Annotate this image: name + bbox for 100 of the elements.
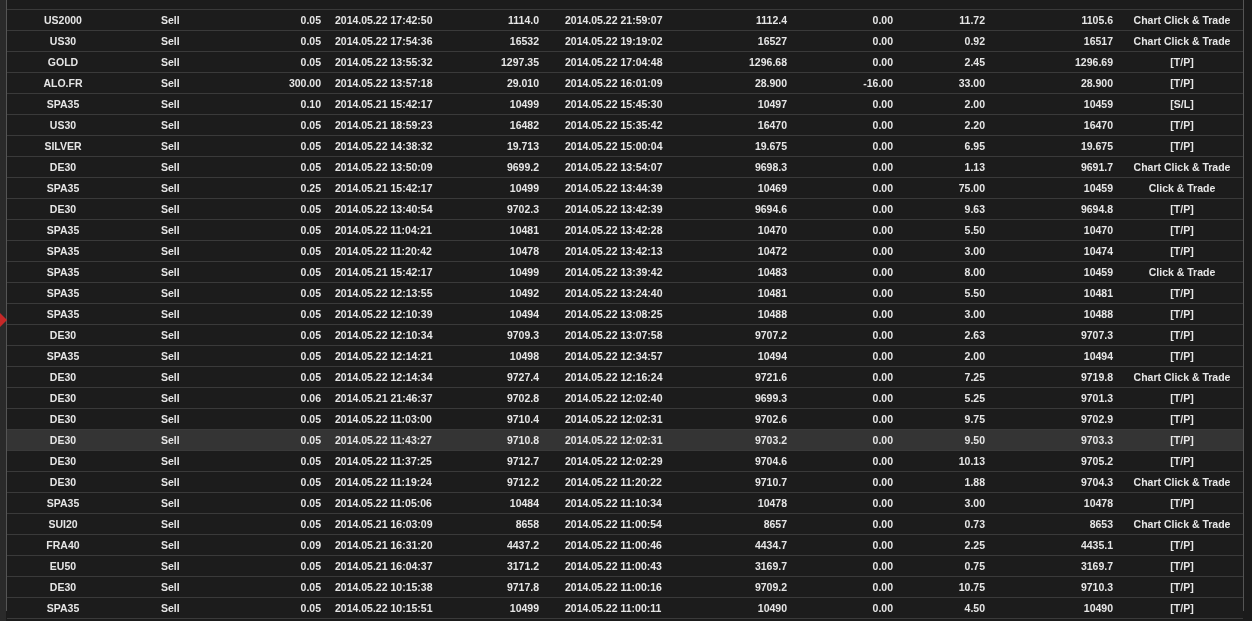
table-cell-text: 2014.05.22 11:00:11	[564, 602, 663, 614]
table-cell-text: 0.05	[299, 455, 322, 467]
table-cell-text: 33.00	[957, 77, 986, 89]
table-cell-text: 2014.05.22 11:20:22	[564, 476, 663, 488]
table-cell-text: 0.00	[871, 14, 894, 26]
table-cell-text: 5.25	[963, 392, 986, 404]
table-cell-text: 4434.7	[753, 539, 788, 551]
table-cell-text: 10494	[756, 350, 788, 362]
table-cell-text: 2014.05.22 11:20:42	[334, 245, 433, 257]
table-cell-text: 2014.05.22 19:19:02	[564, 35, 664, 47]
table-cell-text: 0.05	[299, 329, 322, 341]
table-cell-text: 9699.2	[505, 161, 540, 173]
table-cell-text: 0.05	[299, 245, 322, 257]
table-cell-text: 2014.05.21 16:03:09	[334, 518, 434, 530]
table-cell-text: 0.00	[871, 266, 894, 278]
table-cell-text: [T/P]	[1169, 287, 1195, 299]
table-cell-text: DE30	[48, 203, 78, 215]
table-cell-text: 0.05	[299, 287, 322, 299]
table-cell-text: 2014.05.22 11:43:27	[334, 434, 433, 446]
table-cell-text: 9.75	[963, 413, 986, 425]
table-cell-text: Sell	[160, 161, 181, 173]
table-cell-text: Sell	[160, 203, 181, 215]
table-cell-text: SPA35	[45, 224, 81, 236]
table-cell-text: 10481	[1082, 287, 1114, 299]
table-cell-text: 10472	[756, 245, 788, 257]
table-cell-text: Sell	[160, 497, 181, 509]
table-cell-text: SPA35	[45, 350, 81, 362]
table-cell-text: 10499	[508, 266, 540, 278]
table-cell-text: 2014.05.22 12:16:24	[564, 371, 664, 383]
table-cell-text: 10470	[756, 224, 788, 236]
table-cell-text: 0.25	[299, 182, 322, 194]
table-cell-text: 1296.68	[748, 56, 788, 68]
table-cell-text: [T/P]	[1169, 140, 1195, 152]
table-cell-text: Sell	[160, 560, 181, 572]
table-cell-text: 10497	[756, 98, 788, 110]
table-cell-text: US30	[48, 119, 78, 131]
table-cell-text: Click & Trade	[1147, 182, 1217, 194]
table-cell-text: 4.50	[963, 602, 986, 614]
table-cell-text: Sell	[160, 434, 181, 446]
table-cell-text: 16482	[508, 119, 540, 131]
table-cell-text: 10478	[508, 245, 540, 257]
table-cell-text: 2014.05.22 12:10:34	[334, 329, 434, 341]
table-cell-text: 3.00	[963, 245, 986, 257]
table-cell-text: 0.00	[871, 476, 894, 488]
table-cell-text: 3171.2	[505, 560, 540, 572]
table-cell-text: 9705.2	[1079, 455, 1114, 467]
table-cell-text: 2014.05.22 12:02:29	[564, 455, 664, 467]
table-cell-text: Sell	[160, 224, 181, 236]
table-cell-text: [T/P]	[1169, 56, 1195, 68]
table-cell-text: 9707.2	[753, 329, 788, 341]
table-cell-text: 0.00	[871, 539, 894, 551]
table-cell-text: 2014.05.22 13:42:39	[564, 203, 664, 215]
table-cell-text: 10469	[756, 182, 788, 194]
table-cell-text: Sell	[160, 539, 181, 551]
table-cell-text: 2014.05.22 11:37:25	[334, 455, 433, 467]
table-cell-text: 2014.05.22 13:55:32	[334, 56, 434, 68]
table-cell-text: 9717.8	[505, 581, 540, 593]
table-cell-text: 10492	[508, 287, 540, 299]
table-cell-text: 2014.05.22 12:02:31	[564, 413, 664, 425]
table-cell-text: [S/L]	[1169, 98, 1195, 110]
table-cell-text: 0.00	[871, 497, 894, 509]
table-cell-text: 0.73	[963, 518, 986, 530]
table-cell-text: SPA35	[45, 98, 81, 110]
table-cell-text: DE30	[48, 434, 78, 446]
table-cell-text: SPA35	[45, 266, 81, 278]
table-cell-text: 4437.2	[505, 539, 540, 551]
table-cell-text: ALO.FR	[42, 77, 84, 89]
table-cell-text: [T/P]	[1169, 203, 1195, 215]
table-cell-text: 10478	[756, 497, 788, 509]
table-row[interactable]: DE30 Sell 0.05 2014.05.22 11:43:27 9710.8 2014.05.22 12:02:31 9703.2 0.00 9.50 9703.3 [T/P]	[7, 430, 1243, 451]
table-cell-text: 0.00	[871, 581, 894, 593]
table-cell-text: 0.05	[299, 476, 322, 488]
table-cell-text: 28.900	[753, 77, 788, 89]
table-cell-text: 2014.05.22 11:19:24	[334, 476, 433, 488]
table-cell-text: Sell	[160, 413, 181, 425]
table-cell-text: 9721.6	[753, 371, 788, 383]
table-cell-text: [T/P]	[1169, 602, 1195, 614]
table-cell-text: 2014.05.22 17:42:50	[334, 14, 434, 26]
table-cell-text: 0.00	[871, 182, 894, 194]
table-cell-text: Chart Click & Trade	[1132, 476, 1232, 488]
table-cell-text: EU50	[48, 560, 78, 572]
table-cell-text: DE30	[48, 581, 78, 593]
table-cell-text: Sell	[160, 140, 181, 152]
table-cell-text: 0.05	[299, 602, 322, 614]
table-cell-text: 0.00	[871, 224, 894, 236]
table-cell-text: Sell	[160, 308, 181, 320]
table-cell-text: 2014.05.22 11:04:21	[334, 224, 433, 236]
table-cell-text: Sell	[160, 602, 181, 614]
table-cell-text: 19.675	[1079, 140, 1114, 152]
table-cell-text: 9709.3	[505, 329, 540, 341]
table-cell-text: 10498	[508, 350, 540, 362]
table-cell-text: 1112.4	[755, 14, 788, 26]
table-cell-text: [T/P]	[1169, 413, 1195, 425]
table-cell-text: 10499	[508, 98, 540, 110]
table-cell-text: [T/P]	[1169, 224, 1195, 236]
table-cell-text: 0.05	[299, 35, 322, 47]
table-cell-text: 0.00	[871, 413, 894, 425]
table-cell-text: SPA35	[45, 308, 81, 320]
table-cell-text: 3.00	[963, 497, 986, 509]
table-cell-text: 10499	[508, 182, 540, 194]
